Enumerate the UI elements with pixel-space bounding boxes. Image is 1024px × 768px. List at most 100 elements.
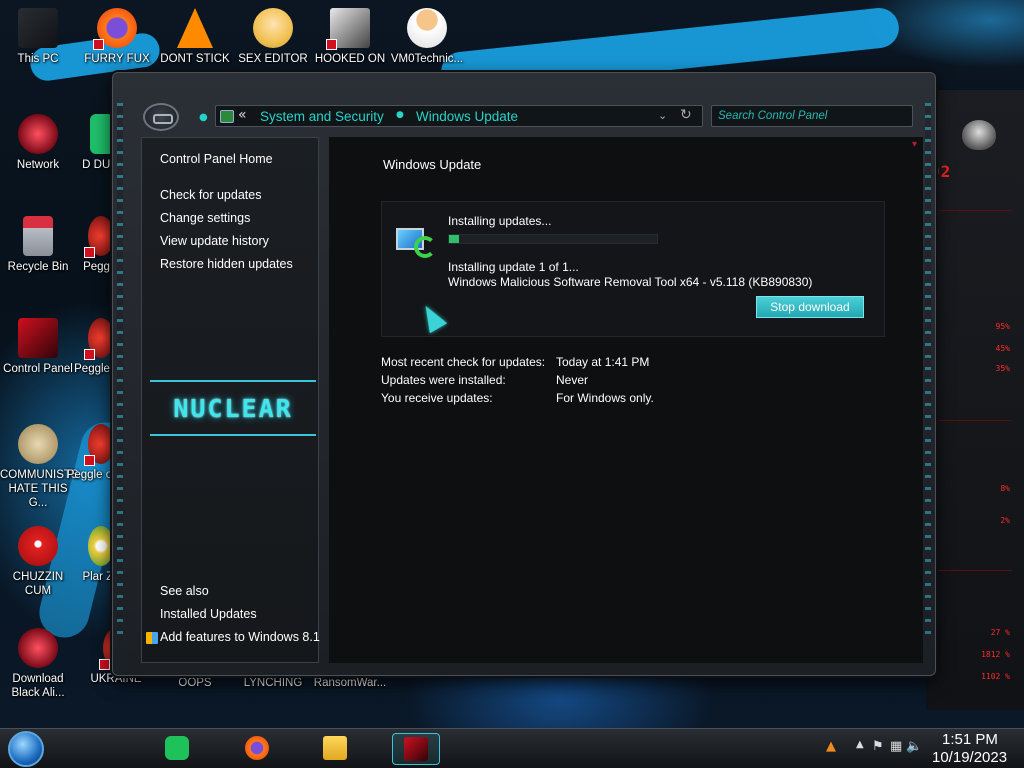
- gadget-readout: 35%: [995, 364, 1010, 373]
- network-icon: [18, 114, 58, 154]
- chuzzle-icon: [18, 526, 58, 566]
- mouse-cursor-icon: [416, 300, 448, 334]
- peggle-icon: [84, 424, 114, 466]
- gadget-readout: 1102 %: [981, 672, 1010, 681]
- desktop-icon-network[interactable]: Network: [0, 114, 76, 172]
- gadget-divider: [934, 420, 1012, 421]
- desktop-icon-ransomware[interactable]: RansomWar...: [312, 676, 388, 690]
- info-label: You receive updates:: [381, 391, 493, 405]
- desktop-icon-lynching[interactable]: LYNCHING: [235, 676, 311, 690]
- taskbar-app-firefox[interactable]: [240, 733, 274, 765]
- window-frame-rail: [117, 103, 123, 643]
- start-button[interactable]: [8, 731, 44, 767]
- search-input[interactable]: [711, 105, 913, 127]
- update-status: Installing updates...: [448, 214, 552, 228]
- desktop-icon-label: LYNCHING: [243, 677, 303, 689]
- folder-icon: [323, 736, 347, 760]
- cartoon-face-icon: [253, 8, 293, 48]
- desktop-icon-sex-editor[interactable]: SEX EDITOR: [235, 8, 311, 66]
- technician-icon: [407, 8, 447, 48]
- gadget-readout: 45%: [995, 344, 1010, 353]
- desktop-icon-vm0technic[interactable]: VM0Technic...: [389, 8, 465, 66]
- alien-system-gadget[interactable]: 02 95% 45% 35% 8% 2% 27 % 1812 % 1102 %: [926, 90, 1024, 710]
- desktop-icon-label: FURRY FUX: [84, 53, 150, 65]
- desktop-icon-dont-stick[interactable]: DONT STICK: [157, 8, 233, 66]
- gadget-readout: 95%: [995, 322, 1010, 331]
- update-name: Windows Malicious Software Removal Tool …: [448, 275, 813, 289]
- gadget-divider: [934, 210, 1012, 211]
- desktop-icon-label: RansomWar...: [313, 677, 387, 689]
- taskbar-app-file-explorer[interactable]: [318, 733, 352, 765]
- sidebar-item-restore-hidden-updates[interactable]: Restore hidden updates: [160, 257, 293, 271]
- pixel-art-icon: [326, 8, 370, 50]
- desktop-icon-download-black[interactable]: Download Black Ali...: [0, 628, 76, 700]
- desktop-icon-hooked-on[interactable]: HOOKED ON: [312, 8, 388, 66]
- desktop-icon-label: OOPS: [178, 677, 212, 689]
- sidebar-item-installed-updates[interactable]: Installed Updates: [160, 607, 257, 621]
- update-status-panel: Installing updates... Installing update …: [381, 201, 885, 337]
- refresh-icon[interactable]: ↻: [680, 107, 692, 123]
- clock-date[interactable]: 10/19/2023: [932, 749, 1007, 766]
- breadcrumb-system-and-security[interactable]: System and Security: [260, 109, 384, 124]
- action-center-flag-icon[interactable]: ⚑: [872, 739, 884, 754]
- sidebar-item-add-features[interactable]: Add features to Windows 8.1: [146, 630, 320, 644]
- desktop-icon-label: Recycle Bin: [7, 261, 69, 273]
- desktop-icon-oops[interactable]: OOPS: [157, 676, 233, 690]
- desktop-icon-label: Network: [16, 159, 60, 171]
- sidebar-item-control-panel-home[interactable]: Control Panel Home: [160, 152, 273, 166]
- desktop-icon-chuzzin[interactable]: CHUZZIN CUM: [0, 526, 76, 598]
- info-value: For Windows only.: [556, 391, 654, 405]
- taskbar-app-notes[interactable]: [160, 733, 194, 765]
- help-icon[interactable]: ▾: [912, 139, 917, 150]
- peggle-icon: [84, 318, 114, 360]
- show-hidden-icons-chevron-icon[interactable]: ▲: [856, 739, 864, 750]
- progress-fill: [449, 235, 460, 243]
- recent-pages-icon[interactable]: ●: [199, 112, 208, 123]
- stop-download-button[interactable]: Stop download: [756, 296, 864, 318]
- sidebar-item-check-for-updates[interactable]: Check for updates: [160, 188, 261, 202]
- tray-app-icon[interactable]: ▲: [826, 739, 836, 754]
- info-value: Never: [556, 373, 589, 387]
- nuclear-theme-logo: NUCLEAR: [150, 380, 316, 436]
- back-forward-button[interactable]: [143, 103, 179, 131]
- control-panel-icon: [404, 737, 428, 761]
- desktop-icon-communists[interactable]: COMMUNISTS HATE THIS G...: [0, 424, 79, 510]
- flower-icon: [88, 526, 114, 566]
- taskbar-app-control-panel[interactable]: [392, 733, 440, 765]
- desktop-icon-control-panel[interactable]: Control Panel: [0, 318, 76, 376]
- navigation-bar: ● « System and Security ● Windows Update…: [143, 103, 923, 131]
- desktop-icon-label: Download Black Ali...: [11, 673, 65, 699]
- address-bar[interactable]: « System and Security ● Windows Update ⌄…: [215, 105, 703, 127]
- sidebar-item-label: Add features to Windows 8.1: [160, 630, 320, 644]
- desktop-icon-label: Control Panel: [3, 363, 73, 375]
- breadcrumb-windows-update[interactable]: Windows Update: [416, 109, 518, 124]
- desktop-icon-label: SEX EDITOR: [238, 53, 308, 65]
- breadcrumb-overflow-icon[interactable]: «: [238, 107, 247, 123]
- chevron-down-icon[interactable]: ⌄: [658, 109, 667, 122]
- volume-icon[interactable]: 🔈: [906, 739, 922, 754]
- alien-orb-icon: [18, 628, 58, 668]
- breadcrumb-separator-icon[interactable]: ●: [396, 110, 404, 120]
- alien-head-icon: [962, 120, 996, 150]
- gadget-readout: 1812 %: [981, 650, 1010, 659]
- windows-features-icon: [146, 632, 158, 644]
- desktop-icon-recycle-bin[interactable]: Recycle Bin: [0, 216, 76, 274]
- clock-time[interactable]: 1:51 PM: [942, 731, 998, 748]
- recycle-bin-icon: [23, 216, 53, 256]
- network-status-icon[interactable]: ▦: [890, 739, 902, 754]
- info-label: Updates were installed:: [381, 373, 506, 387]
- desktop-icon-label: HOOKED ON: [314, 53, 386, 65]
- computer-icon: [18, 8, 58, 48]
- money-bag-icon: [18, 424, 58, 464]
- sidebar-item-view-update-history[interactable]: View update history: [160, 234, 269, 248]
- sidebar-item-change-settings[interactable]: Change settings: [160, 211, 250, 225]
- desktop-icon-label: COMMUNISTS HATE THIS G...: [0, 469, 79, 509]
- vlc-cone-icon: [177, 8, 213, 48]
- desktop-icon-furry-fux[interactable]: FURRY FUX: [79, 8, 155, 66]
- control-panel-icon: [220, 110, 234, 123]
- see-also-heading: See also: [160, 584, 209, 598]
- desktop-icon-this-pc[interactable]: This PC: [0, 8, 76, 66]
- update-step: Installing update 1 of 1...: [448, 260, 579, 274]
- control-panel-window[interactable]: ● « System and Security ● Windows Update…: [112, 72, 936, 676]
- info-label: Most recent check for updates:: [381, 355, 546, 369]
